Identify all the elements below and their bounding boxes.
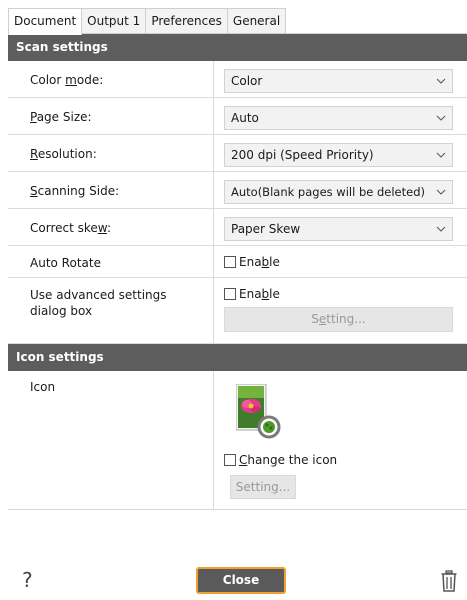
checkbox-box[interactable] — [224, 454, 236, 466]
page-size-row: Page Size: Auto — [8, 98, 467, 135]
correct-skew-row: Correct skew: Paper Skew — [8, 209, 467, 246]
scanning-side-label: Scanning Side: — [30, 184, 120, 198]
trash-icon[interactable] — [441, 570, 457, 592]
color-mode-value: Color — [231, 74, 263, 88]
advanced-settings-row: Use advanced settings dialog box Enable … — [8, 278, 467, 344]
auto-rotate-check-label: Enable — [239, 255, 280, 269]
scanning-side-select[interactable]: Auto(Blank pages will be deleted) — [224, 180, 453, 204]
tab-output-1[interactable]: Output 1 — [81, 8, 147, 34]
chevron-down-icon — [436, 78, 446, 84]
scanning-side-row: Scanning Side: Auto(Blank pages will be … — [8, 172, 467, 209]
auto-rotate-checkbox[interactable]: Enable — [224, 255, 280, 269]
tab-bar: Document Output 1 Preferences General — [8, 8, 287, 35]
checkbox-box[interactable] — [224, 256, 236, 268]
advanced-settings-checkbox[interactable]: Enable — [224, 287, 280, 301]
advanced-setting-button[interactable]: Setting... — [224, 307, 453, 332]
resolution-row: Resolution: 200 dpi (Speed Priority) — [8, 135, 467, 172]
tab-general[interactable]: General — [226, 8, 287, 34]
close-button[interactable]: Close — [196, 567, 286, 594]
advanced-check-label: Enable — [239, 287, 280, 301]
icon-setting-button[interactable]: Setting... — [230, 475, 296, 499]
chevron-down-icon — [436, 115, 446, 121]
auto-rotate-label: Auto Rotate — [30, 256, 101, 270]
chevron-down-icon — [436, 152, 446, 158]
bottom-divider — [8, 509, 467, 510]
help-icon[interactable]: ? — [22, 568, 33, 592]
checkbox-box[interactable] — [224, 288, 236, 300]
chevron-down-icon — [436, 189, 446, 195]
icon-row: Icon Change the icon Setting... — [8, 371, 467, 510]
resolution-select[interactable]: 200 dpi (Speed Priority) — [224, 143, 453, 167]
page-size-select[interactable]: Auto — [224, 106, 453, 130]
icon-label: Icon — [30, 380, 56, 394]
resolution-value: 200 dpi (Speed Priority) — [231, 148, 374, 162]
change-icon-label: Change the icon — [239, 453, 338, 467]
correct-skew-label: Correct skew: — [30, 221, 111, 235]
tab-document[interactable]: Document — [8, 8, 83, 35]
icon-settings-header: Icon settings — [8, 344, 467, 371]
color-mode-label: Color mode: — [30, 73, 104, 87]
correct-skew-select[interactable]: Paper Skew — [224, 217, 453, 241]
scan-settings-header: Scan settings — [8, 34, 467, 61]
settings-panel: Scan settings Color mode: Color Page Siz… — [8, 33, 467, 510]
resolution-label: Resolution: — [30, 147, 97, 161]
change-icon-checkbox[interactable]: Change the icon — [224, 453, 337, 467]
color-mode-select[interactable]: Color — [224, 69, 453, 93]
auto-rotate-row: Auto Rotate Enable — [8, 246, 467, 278]
page-size-value: Auto — [231, 111, 259, 125]
page-size-label: Page Size: — [30, 110, 92, 124]
chevron-down-icon — [436, 226, 446, 232]
correct-skew-value: Paper Skew — [231, 222, 301, 236]
advanced-settings-label: Use advanced settings dialog box — [30, 288, 167, 318]
tab-preferences[interactable]: Preferences — [145, 8, 228, 34]
picture-icon — [236, 384, 281, 439]
color-mode-row: Color mode: Color — [8, 61, 467, 98]
scanning-side-value: Auto(Blank pages will be deleted) — [231, 185, 425, 199]
